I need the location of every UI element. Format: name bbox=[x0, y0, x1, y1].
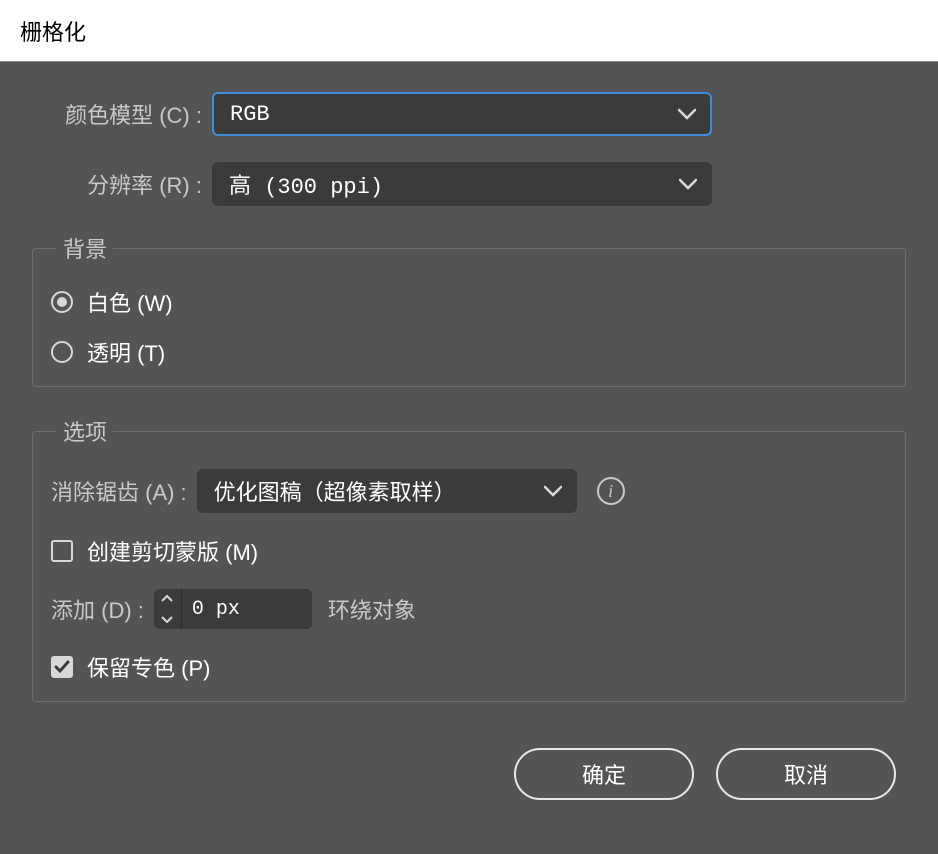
radio-icon bbox=[51, 291, 73, 313]
add-stepper[interactable] bbox=[154, 589, 312, 629]
resolution-label: 分辨率 (R) : bbox=[32, 168, 202, 200]
resolution-select[interactable]: 高 (300 ppi) bbox=[212, 162, 712, 206]
antialias-value: 优化图稿（超像素取样） bbox=[214, 475, 456, 507]
add-suffix: 环绕对象 bbox=[328, 593, 416, 625]
background-group: 背景 白色 (W) 透明 (T) bbox=[32, 232, 906, 387]
color-model-value: RGB bbox=[230, 102, 270, 127]
dialog-titlebar: 栅格化 bbox=[0, 0, 938, 62]
cancel-button-label: 取消 bbox=[784, 758, 828, 790]
checkbox-icon bbox=[51, 656, 73, 678]
spot-color-label: 保留专色 (P) bbox=[87, 651, 210, 683]
dialog-button-row: 确定 取消 bbox=[32, 748, 906, 800]
checkbox-icon bbox=[51, 540, 73, 562]
background-transparent-label: 透明 (T) bbox=[87, 336, 165, 368]
ok-button[interactable]: 确定 bbox=[514, 748, 694, 800]
background-white-label: 白色 (W) bbox=[87, 286, 173, 318]
chevron-down-icon bbox=[544, 485, 562, 497]
chevron-down-icon bbox=[678, 108, 696, 120]
chevron-down-icon bbox=[679, 178, 697, 190]
clip-mask-checkbox[interactable]: 创建剪切蒙版 (M) bbox=[51, 535, 887, 567]
background-transparent-radio[interactable]: 透明 (T) bbox=[51, 336, 887, 368]
cancel-button[interactable]: 取消 bbox=[716, 748, 896, 800]
options-legend: 选项 bbox=[57, 415, 113, 447]
color-model-select[interactable]: RGB bbox=[212, 92, 712, 136]
antialias-select[interactable]: 优化图稿（超像素取样） bbox=[197, 469, 577, 513]
radio-icon bbox=[51, 341, 73, 363]
ok-button-label: 确定 bbox=[582, 758, 626, 790]
stepper-buttons bbox=[154, 589, 182, 629]
color-model-label: 颜色模型 (C) : bbox=[32, 98, 202, 130]
background-legend: 背景 bbox=[57, 232, 113, 264]
stepper-up-button[interactable] bbox=[154, 589, 181, 609]
add-label: 添加 (D) : bbox=[51, 593, 144, 625]
clip-mask-label: 创建剪切蒙版 (M) bbox=[87, 535, 258, 567]
resolution-value: 高 (300 ppi) bbox=[229, 168, 383, 200]
background-white-radio[interactable]: 白色 (W) bbox=[51, 286, 887, 318]
add-input[interactable] bbox=[182, 589, 312, 629]
info-icon[interactable]: i bbox=[597, 477, 625, 505]
antialias-label: 消除锯齿 (A) : bbox=[51, 475, 187, 507]
options-group: 选项 消除锯齿 (A) : 优化图稿（超像素取样） i 创建剪切蒙版 (M) 添… bbox=[32, 415, 906, 702]
spot-color-checkbox[interactable]: 保留专色 (P) bbox=[51, 651, 887, 683]
dialog-title: 栅格化 bbox=[20, 15, 86, 47]
stepper-down-button[interactable] bbox=[154, 609, 181, 629]
dialog-body: 颜色模型 (C) : RGB 分辨率 (R) : 高 (300 ppi) 背景 … bbox=[0, 62, 938, 854]
